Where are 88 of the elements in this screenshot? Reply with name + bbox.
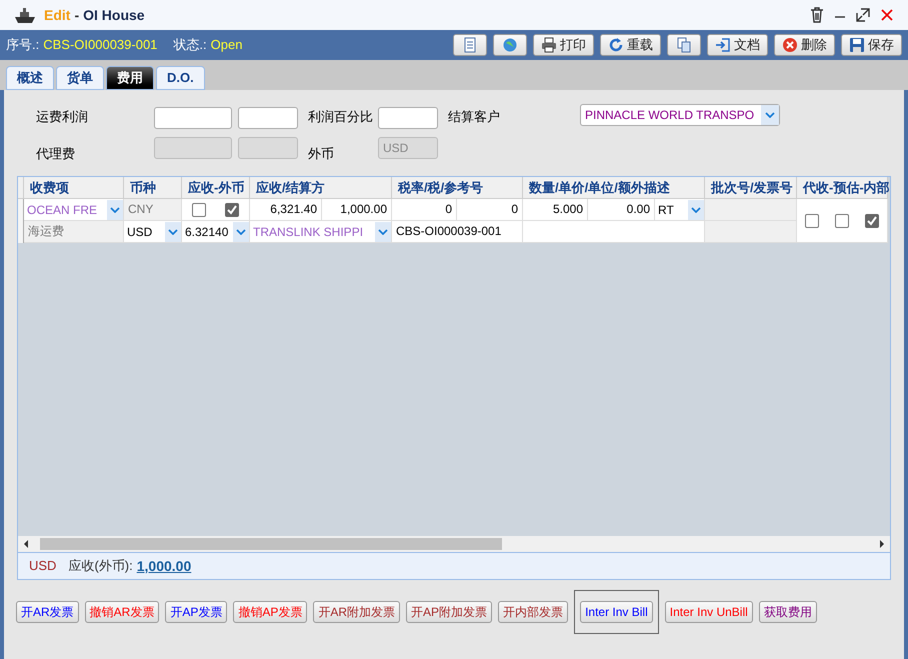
amount-link[interactable]: 1,000.00 xyxy=(136,556,192,576)
table-cell: 1,000.00 xyxy=(322,199,392,221)
input-field xyxy=(238,137,298,159)
column-header: 应收/结算方 xyxy=(250,177,392,199)
action-button[interactable]: 开AP附加发票 xyxy=(406,601,492,623)
chevron-down-icon xyxy=(168,228,178,234)
mode-label: Edit xyxy=(44,6,70,24)
checkbox[interactable] xyxy=(835,214,849,228)
checkbox[interactable] xyxy=(805,214,819,228)
table-cell: 6,321.40 xyxy=(250,199,322,221)
toolbar-button[interactable] xyxy=(453,34,487,56)
column-header: 税率/税/参考号 xyxy=(392,177,523,199)
trash-icon[interactable] xyxy=(810,7,824,23)
toolbar-button[interactable]: 重载 xyxy=(600,34,661,56)
checkbox[interactable] xyxy=(192,202,206,216)
action-button[interactable]: 开AR发票 xyxy=(16,601,79,623)
select-cell[interactable]: OCEAN FRE xyxy=(24,199,124,221)
chevron-down-icon xyxy=(236,228,246,234)
action-button[interactable]: 获取费用 xyxy=(758,601,817,623)
input-field[interactable] xyxy=(378,107,438,129)
row-marker xyxy=(18,199,24,243)
chevron-down-icon xyxy=(378,228,388,234)
column-header: 代收-预估-内部 xyxy=(797,177,888,199)
toolbar-button[interactable]: 文档 xyxy=(707,34,768,56)
chevron-down-icon xyxy=(110,206,120,212)
column-header: 批次号/发票号 xyxy=(705,177,797,199)
refresh-icon xyxy=(608,37,624,53)
toolbar-button[interactable]: 删除 xyxy=(774,34,835,56)
toolbar-button[interactable]: 保存 xyxy=(841,34,902,56)
save-icon xyxy=(849,37,865,53)
delete-icon xyxy=(782,37,798,53)
foreign-currency-label: 外币 xyxy=(308,144,335,162)
table-cell: 0 xyxy=(392,199,457,221)
serial-value: CBS-OI000039-001 xyxy=(43,36,158,54)
column-header: 数量/单价/单位/额外描述 xyxy=(523,177,705,199)
table-cell: CBS-OI000039-001 xyxy=(392,221,523,243)
select-cell[interactable]: 6.32140 xyxy=(182,221,250,243)
toolbar-button[interactable] xyxy=(667,34,701,56)
checkbox[interactable] xyxy=(865,214,879,228)
toolbar-button[interactable] xyxy=(493,34,527,56)
column-header: 应收-外币 xyxy=(182,177,250,199)
maximize-icon[interactable] xyxy=(856,8,870,22)
table-cell: 0.00 xyxy=(588,199,655,221)
sign-in-icon xyxy=(715,37,731,53)
ship-icon xyxy=(14,6,36,24)
customer-select[interactable]: PINNACLE WORLD TRANSPO xyxy=(580,104,780,126)
tab[interactable]: 费用 xyxy=(106,66,154,90)
receivable-label: 应收(外币): xyxy=(68,557,133,576)
table-cell: 5.000 xyxy=(523,199,588,221)
title-separator: - xyxy=(74,6,80,24)
profit-percent-label: 利润百分比 xyxy=(308,108,374,126)
tab[interactable]: 概述 xyxy=(6,66,54,90)
column-header: 收费项 xyxy=(24,177,124,199)
table-cell: 0 xyxy=(457,199,523,221)
toolbar-button[interactable]: 打印 xyxy=(533,34,594,56)
input-field[interactable] xyxy=(154,107,232,129)
column-header: 币种 xyxy=(124,177,182,199)
freight-profit-label: 运费利润 xyxy=(36,108,89,126)
input-field[interactable] xyxy=(238,107,298,129)
action-button[interactable]: 开AP发票 xyxy=(165,601,228,623)
table-cell: CNY xyxy=(124,199,182,221)
select-cell[interactable]: USD xyxy=(124,221,182,243)
table-cell: 海运费 xyxy=(24,221,124,243)
document-icon xyxy=(462,37,478,53)
currency-label: USD xyxy=(29,557,56,576)
scrollbar-thumb[interactable] xyxy=(40,538,502,550)
agency-fee-label: 代理费 xyxy=(36,144,76,162)
settle-customer-label: 结算客户 xyxy=(448,109,500,124)
currency-field: USD xyxy=(378,137,438,159)
checkbox[interactable] xyxy=(225,202,240,216)
chevron-down-icon xyxy=(765,112,775,118)
window-title: OI House xyxy=(83,6,145,24)
close-icon[interactable] xyxy=(880,8,894,22)
tab[interactable]: D.O. xyxy=(156,66,205,90)
tab[interactable]: 货单 xyxy=(56,66,104,90)
chevron-down-icon xyxy=(691,206,701,212)
status-label: 状态.: xyxy=(173,36,207,54)
header-corner xyxy=(18,177,24,199)
action-button[interactable]: 开AR附加发票 xyxy=(313,601,400,623)
select-cell[interactable]: RT xyxy=(655,199,705,221)
select-cell[interactable]: TRANSLINK SHIPPI xyxy=(250,221,392,243)
printer-icon xyxy=(541,37,557,53)
serial-label: 序号.: xyxy=(6,36,40,54)
status-value: Open xyxy=(210,36,242,54)
action-button[interactable]: 开内部发票 xyxy=(498,601,568,623)
copy-icon xyxy=(676,37,692,53)
globe-icon xyxy=(502,37,518,53)
action-button[interactable]: Inter Inv Bill xyxy=(580,601,653,623)
